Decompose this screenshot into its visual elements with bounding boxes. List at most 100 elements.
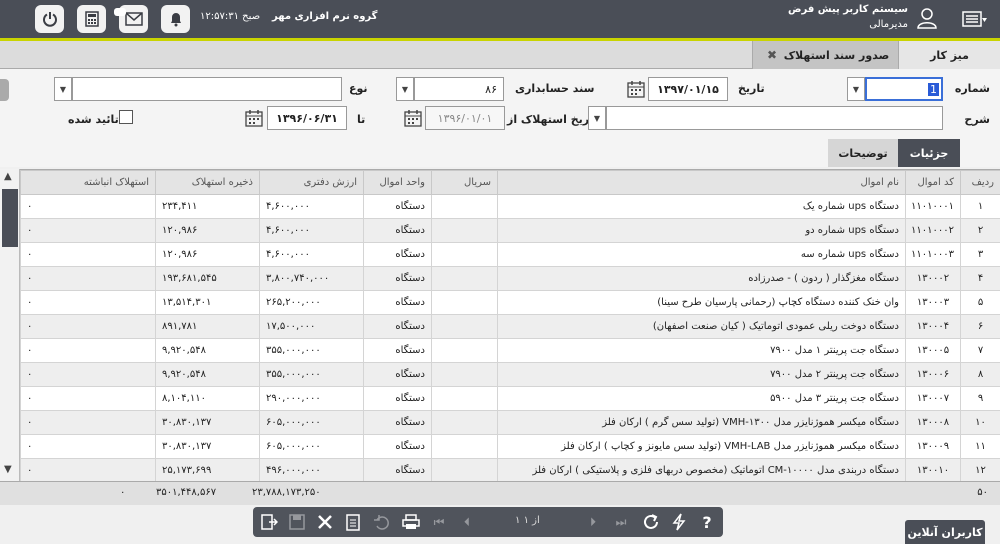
depr-from-dropdown[interactable]: ▼ bbox=[588, 106, 606, 130]
footer-reserve-total: ۳۵۰۱,۴۴۸,۵۶۷ bbox=[156, 487, 217, 498]
cell-serial bbox=[431, 410, 498, 435]
cell-accum: ۰ bbox=[20, 338, 156, 363]
voucher-field[interactable]: ۸۶ bbox=[414, 77, 504, 101]
cell-book: ۶۰۵,۰۰۰,۰۰۰ bbox=[259, 410, 364, 435]
tab-notes[interactable]: توضیحات bbox=[828, 139, 898, 167]
cell-unit: دستگاه bbox=[363, 362, 432, 387]
cell-serial bbox=[431, 194, 498, 219]
company-name: گروه نرم افزاری مهر bbox=[272, 11, 378, 22]
print-icon[interactable] bbox=[399, 510, 423, 534]
to-label: تا bbox=[357, 113, 366, 126]
number-field[interactable]: 1 bbox=[865, 77, 943, 101]
col-code[interactable]: کد اموال bbox=[905, 170, 961, 195]
col-name[interactable]: نام اموال bbox=[497, 170, 906, 195]
cell-name: دستگاه ups شماره دو bbox=[497, 218, 906, 243]
cell-reserve: ۱۲۰,۹۸۶ bbox=[155, 218, 260, 243]
table-row[interactable]: ۱۱ ۱۳۰۰۰۹ دستگاه میکسر هموژنایزر مدل VMH… bbox=[20, 434, 1000, 459]
cell-book: ۲۹۰,۰۰۰,۰۰۰ bbox=[259, 386, 364, 411]
to-calendar-icon[interactable] bbox=[244, 108, 264, 128]
tab-depreciation[interactable]: ✖ صدور سند استهلاک bbox=[752, 41, 898, 69]
table-row[interactable]: ۲ ۱۱۰۱۰۰۰۲ دستگاه ups شماره دو دستگاه ۴,… bbox=[20, 218, 1000, 243]
scroll-thumb[interactable] bbox=[2, 189, 18, 247]
save-icon[interactable] bbox=[285, 510, 309, 534]
refresh-icon[interactable] bbox=[639, 510, 663, 534]
cell-book: ۱۷,۵۰۰,۰۰۰ bbox=[259, 314, 364, 339]
col-book-value[interactable]: ارزش دفتری bbox=[259, 170, 364, 195]
table-row[interactable]: ۱ ۱۱۰۱۰۰۰۱ دستگاه ups شماره یک دستگاه ۴,… bbox=[20, 194, 1000, 219]
scroll-up-icon[interactable]: ▲ bbox=[4, 171, 12, 182]
tab-close-icon[interactable]: ✖ bbox=[767, 48, 777, 62]
cell-name: دستگاه جت پرینتر ۳ مدل ۵۹۰۰ bbox=[497, 386, 906, 411]
cancel-icon[interactable] bbox=[313, 510, 337, 534]
table-row[interactable]: ۹ ۱۳۰۰۰۷ دستگاه جت پرینتر ۳ مدل ۵۹۰۰ دست… bbox=[20, 386, 1000, 411]
help-icon[interactable]: ? bbox=[695, 510, 719, 534]
depr-from-field[interactable]: ۱۳۹۶/۰۱/۰۱ bbox=[425, 106, 505, 130]
cell-code: ۱۳۰۰۰۵ bbox=[905, 338, 961, 363]
user-avatar-icon[interactable] bbox=[915, 6, 939, 30]
table-row[interactable]: ۷ ۱۳۰۰۰۵ دستگاه جت پرینتر ۱ مدل ۷۹۰۰ دست… bbox=[20, 338, 1000, 363]
cell-serial bbox=[431, 290, 498, 315]
power-icon[interactable] bbox=[35, 5, 64, 33]
date-calendar-icon[interactable] bbox=[626, 79, 646, 99]
footer-book-total: ۲۳,۷۸۸,۱۷۳,۲۵۰ bbox=[252, 487, 321, 498]
number-label: شماره bbox=[954, 82, 990, 95]
first-page-icon[interactable]: ⏮ bbox=[427, 510, 451, 534]
type-field[interactable] bbox=[72, 77, 342, 101]
cell-accum: ۰ bbox=[20, 194, 156, 219]
cell-serial bbox=[431, 314, 498, 339]
table-row[interactable]: ۶ ۱۳۰۰۰۴ دستگاه دوخت ریلی عمودی اتوماتیک… bbox=[20, 314, 1000, 339]
tab-desktop[interactable]: میز کار bbox=[898, 41, 1000, 69]
flash-icon[interactable] bbox=[667, 510, 691, 534]
cell-unit: دستگاه bbox=[363, 242, 432, 267]
table-row[interactable]: ۳ ۱۱۰۱۰۰۰۳ دستگاه ups شماره سه دستگاه ۴,… bbox=[20, 242, 1000, 267]
date-label: تاریخ bbox=[738, 82, 765, 95]
col-depr-reserve[interactable]: ذخیره استهلاک bbox=[155, 170, 260, 195]
cell-row: ۳ bbox=[960, 242, 1000, 267]
voucher-value: ۸۶ bbox=[485, 82, 497, 96]
cell-code: ۱۳۰۰۱۰ bbox=[905, 458, 961, 481]
cell-unit: دستگاه bbox=[363, 338, 432, 363]
prev-page-icon[interactable]: ⏴ bbox=[455, 510, 479, 534]
desc-label: شرح bbox=[964, 113, 990, 126]
cell-code: ۱۳۰۰۰۳ bbox=[905, 290, 961, 315]
tab-details[interactable]: جزئیات bbox=[898, 139, 960, 167]
cell-reserve: ۹,۹۲۰,۵۴۸ bbox=[155, 362, 260, 387]
calculator-icon[interactable] bbox=[77, 5, 106, 33]
last-page-icon[interactable]: ⏭ bbox=[609, 510, 633, 534]
bell-icon[interactable] bbox=[161, 5, 190, 33]
document-icon[interactable] bbox=[341, 510, 365, 534]
side-handle[interactable] bbox=[0, 79, 9, 101]
col-row[interactable]: ردیف bbox=[960, 170, 1000, 195]
type-dropdown[interactable]: ▼ bbox=[54, 77, 72, 101]
cell-book: ۴,۶۰۰,۰۰۰ bbox=[259, 194, 364, 219]
next-page-icon[interactable]: ⏵ bbox=[581, 510, 605, 534]
cell-serial bbox=[431, 266, 498, 291]
voucher-dropdown[interactable]: ▼ bbox=[396, 77, 414, 101]
tab-depreciation-label: صدور سند استهلاک bbox=[783, 48, 890, 62]
menu-toggle-icon[interactable] bbox=[962, 10, 988, 28]
number-dropdown[interactable]: ▼ bbox=[847, 77, 865, 101]
table-row[interactable]: ۵ ۱۳۰۰۰۳ وان خنک کننده دستگاه کچاپ (رحما… bbox=[20, 290, 1000, 315]
col-unit[interactable]: واحد اموال bbox=[363, 170, 432, 195]
scroll-down-icon[interactable]: ▼ bbox=[4, 464, 12, 475]
cell-code: ۱۳۰۰۰۶ bbox=[905, 362, 961, 387]
undo-icon[interactable] bbox=[369, 510, 393, 534]
depr-from-calendar-icon[interactable] bbox=[403, 108, 423, 128]
table-row[interactable]: ۸ ۱۳۰۰۰۶ دستگاه جت پرینتر ۲ مدل ۷۹۰۰ دست… bbox=[20, 362, 1000, 387]
voucher-label: سند حسابداری bbox=[515, 82, 595, 95]
approved-checkbox[interactable] bbox=[119, 110, 133, 124]
col-serial[interactable]: سریال bbox=[431, 170, 498, 195]
col-accum-depr[interactable]: استهلاک انباشته bbox=[20, 170, 156, 195]
online-users-tab[interactable]: کاربران آنلاین bbox=[905, 520, 985, 544]
export-icon[interactable] bbox=[257, 510, 281, 534]
cell-code: ۱۳۰۰۰۹ bbox=[905, 434, 961, 459]
date-field[interactable]: ۱۳۹۷/۰۱/۱۵ bbox=[648, 77, 728, 101]
cell-accum: ۰ bbox=[20, 434, 156, 459]
table-row[interactable]: ۱۲ ۱۳۰۰۱۰ دستگاه دربندی مدل CM-۱۰۰۰۰ اتو… bbox=[20, 458, 1000, 481]
cell-book: ۲۶۵,۲۰۰,۰۰۰ bbox=[259, 290, 364, 315]
grid-scrollbar[interactable]: ▲ ▼ bbox=[0, 169, 20, 481]
to-field[interactable]: ۱۳۹۶/۰۶/۳۱ bbox=[267, 106, 347, 130]
table-row[interactable]: ۱۰ ۱۳۰۰۰۸ دستگاه میکسر هموژنایزر مدل VMH… bbox=[20, 410, 1000, 435]
desc-field[interactable] bbox=[606, 106, 943, 130]
table-row[interactable]: ۴ ۱۳۰۰۰۲ دستگاه مغزگذار ( ردون ) - صدرزا… bbox=[20, 266, 1000, 291]
